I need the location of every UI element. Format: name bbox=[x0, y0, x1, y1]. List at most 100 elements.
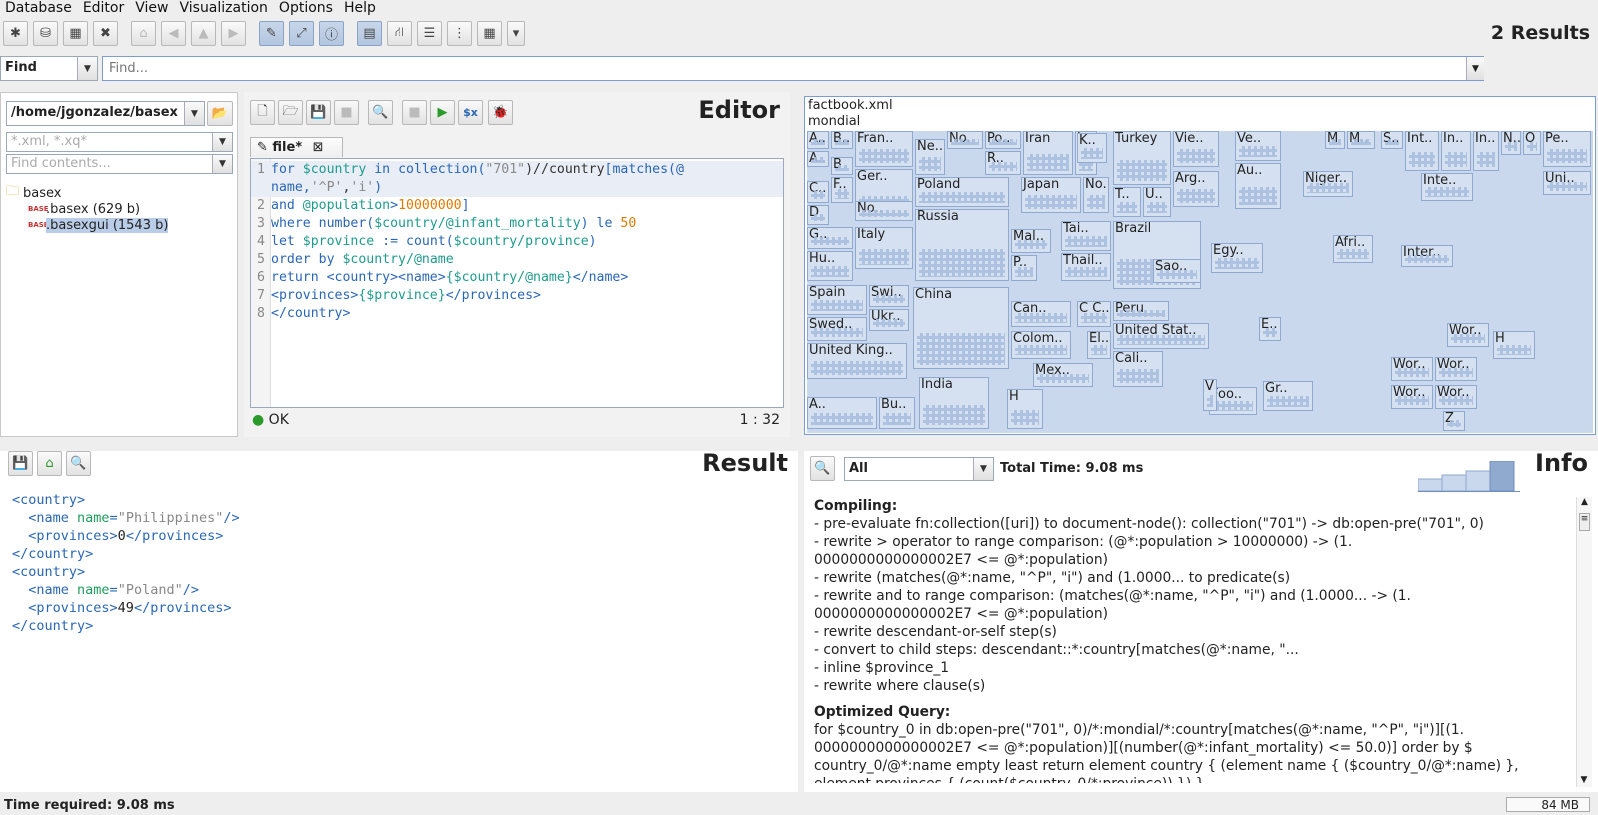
chevron-down-icon[interactable]: ▼ bbox=[77, 57, 97, 80]
open-database-icon[interactable]: ⛁ bbox=[33, 21, 58, 46]
treemap-cell[interactable]: Peru bbox=[1113, 301, 1169, 321]
treemap-cell[interactable]: H bbox=[1493, 331, 1535, 359]
find-input[interactable] bbox=[102, 56, 1484, 81]
editor-toggle-icon[interactable]: ✎ bbox=[259, 21, 284, 46]
table-view-icon[interactable]: ▦ bbox=[477, 21, 502, 46]
treemap-cell[interactable]: Po.. bbox=[985, 131, 1021, 149]
treemap-cell[interactable]: Swi.. bbox=[869, 285, 909, 307]
home-icon[interactable]: ⌂ bbox=[37, 451, 62, 476]
chevron-down-icon[interactable]: ▼ bbox=[212, 155, 232, 173]
treemap-cell[interactable]: Thail.. bbox=[1061, 253, 1111, 281]
map-file-label[interactable]: factbook.xml bbox=[808, 98, 893, 113]
tree-item-basex-file[interactable]: BASE .basex (629 b) bbox=[6, 201, 168, 217]
home-icon[interactable]: ⌂ bbox=[131, 21, 156, 46]
folder-view-icon[interactable]: ☰ bbox=[417, 21, 442, 46]
treemap-cell[interactable]: Cali.. bbox=[1113, 351, 1163, 387]
treemap-cell[interactable]: Wor.. bbox=[1435, 385, 1477, 409]
info-scrollbar[interactable]: ▲ ≡ ▼ bbox=[1576, 497, 1592, 787]
close-icon[interactable]: ⊠ bbox=[313, 140, 324, 155]
treemap-cell[interactable]: El.. bbox=[1087, 331, 1111, 359]
treemap-cell[interactable]: T.. bbox=[1113, 187, 1141, 217]
up-icon[interactable]: ▲ bbox=[191, 21, 216, 46]
map-view-icon[interactable]: ▤ bbox=[357, 21, 382, 46]
tree-view-icon[interactable]: ⛙ bbox=[387, 21, 412, 46]
treemap-cell[interactable]: India bbox=[919, 377, 989, 429]
treemap-cell[interactable]: Wor.. bbox=[1435, 357, 1477, 381]
treemap-cell[interactable]: China bbox=[913, 287, 1009, 369]
back-icon[interactable]: ◀ bbox=[161, 21, 186, 46]
result-toggle-icon[interactable]: ⤢ bbox=[289, 21, 314, 46]
treemap-cell[interactable]: C.. bbox=[807, 181, 829, 203]
chevron-down-icon[interactable]: ▼ bbox=[212, 133, 232, 151]
treemap-cell[interactable]: Ne.. bbox=[915, 139, 945, 175]
treemap-cell[interactable]: Inte.. bbox=[1421, 173, 1473, 201]
treemap-cell[interactable]: U.. bbox=[1143, 187, 1171, 217]
treemap-cell[interactable]: Hu.. bbox=[807, 251, 853, 281]
treemap-cell[interactable]: Iran bbox=[1023, 131, 1073, 175]
treemap-cell[interactable]: Wor.. bbox=[1391, 357, 1433, 381]
debug-icon[interactable]: 🐞 bbox=[488, 100, 513, 125]
treemap[interactable]: A.. B.. Fran.. No.. Po.. Iran I.. Turkey… bbox=[807, 131, 1593, 433]
treemap-cell[interactable]: Niger.. bbox=[1303, 171, 1353, 197]
treemap-cell[interactable]: Z bbox=[1443, 411, 1465, 431]
treemap-cell[interactable]: Afri.. bbox=[1333, 235, 1373, 263]
run-icon[interactable]: ▶ bbox=[430, 100, 455, 125]
treemap-cell[interactable]: N.. bbox=[1501, 131, 1521, 155]
treemap-cell[interactable]: No.. bbox=[1083, 177, 1109, 213]
treemap-cell[interactable]: No.. bbox=[855, 201, 913, 221]
treemap-cell[interactable]: Ve.. bbox=[1235, 131, 1281, 161]
chevron-down-icon[interactable]: ▼ bbox=[184, 102, 204, 125]
treemap-cell[interactable]: In.. bbox=[1441, 131, 1471, 171]
treemap-cell[interactable]: Tai.. bbox=[1061, 221, 1111, 251]
treemap-cell[interactable]: A.. bbox=[807, 397, 877, 429]
treemap-cell[interactable]: Ukr.. bbox=[869, 309, 909, 331]
stop-icon[interactable]: ■ bbox=[402, 100, 427, 125]
treemap-cell[interactable]: Wor.. bbox=[1447, 323, 1489, 347]
forward-icon[interactable]: ▶ bbox=[221, 21, 246, 46]
treemap-cell[interactable]: B.. bbox=[831, 131, 853, 149]
treemap-cell[interactable]: Int.. bbox=[1405, 131, 1439, 171]
treemap-cell[interactable]: United Stat.. bbox=[1113, 323, 1209, 349]
info-toggle-icon[interactable]: ⓘ bbox=[319, 21, 344, 46]
plot-view-icon[interactable]: ⋮ bbox=[447, 21, 472, 46]
scroll-up-icon[interactable]: ▲ bbox=[1577, 497, 1592, 507]
info-text[interactable]: Compiling: - pre-evaluate fn:collection(… bbox=[814, 495, 1569, 783]
save-file-icon[interactable]: 💾 bbox=[306, 100, 331, 125]
treemap-cell[interactable]: Swed.. bbox=[807, 317, 867, 341]
treemap-cell[interactable]: K.. bbox=[1077, 133, 1107, 163]
treemap-cell[interactable]: Colom.. bbox=[1011, 331, 1071, 359]
treemap-cell[interactable]: Wor.. bbox=[1391, 385, 1433, 409]
variables-icon[interactable]: $x bbox=[458, 100, 483, 125]
treemap-cell[interactable]: Russia bbox=[915, 209, 1009, 281]
treemap-cell[interactable]: B bbox=[831, 157, 853, 175]
treemap-cell[interactable]: Mal.. bbox=[1011, 229, 1051, 253]
treemap-cell[interactable]: Italy bbox=[855, 227, 913, 269]
menu-database[interactable]: Database bbox=[0, 0, 78, 16]
properties-icon[interactable]: ▦ bbox=[63, 21, 88, 46]
treemap-cell[interactable]: P.. bbox=[1011, 255, 1037, 281]
new-file-icon[interactable]: 🗋 bbox=[250, 100, 275, 125]
treemap-cell[interactable]: Egy.. bbox=[1211, 243, 1263, 273]
open-folder-icon[interactable]: 📂 bbox=[207, 101, 233, 126]
find-mode-select[interactable]: Find ▼ bbox=[0, 56, 98, 81]
close-database-icon[interactable]: ✖ bbox=[93, 21, 118, 46]
treemap-cell[interactable]: A.. bbox=[807, 151, 829, 167]
treemap-cell[interactable]: S.. bbox=[1381, 131, 1403, 149]
treemap-cell[interactable]: Au.. bbox=[1235, 163, 1281, 209]
search-icon[interactable]: 🔍 bbox=[810, 456, 835, 481]
tree-item-basexgui-file[interactable]: BASE .basexgui (1543 b) bbox=[6, 217, 169, 233]
menu-help[interactable]: Help bbox=[339, 0, 382, 16]
treemap-cell[interactable]: Turkey bbox=[1113, 131, 1171, 185]
menu-editor[interactable]: Editor bbox=[78, 0, 130, 16]
treemap-cell[interactable]: E.. bbox=[1259, 317, 1281, 341]
tree-item-basex[interactable]: 🗀 basex bbox=[6, 184, 168, 201]
treemap-cell[interactable]: Sao.. bbox=[1153, 259, 1201, 283]
menu-view[interactable]: View bbox=[130, 0, 174, 16]
close-file-icon[interactable]: ■ bbox=[334, 100, 359, 125]
new-database-icon[interactable]: ✱ bbox=[3, 21, 28, 46]
treemap-cell[interactable]: Fran.. bbox=[855, 131, 913, 167]
find-history-chevron-down-icon[interactable]: ▼ bbox=[1466, 57, 1484, 80]
chevron-down-icon[interactable]: ▼ bbox=[973, 458, 993, 480]
treemap-cell[interactable]: Arg.. bbox=[1173, 171, 1219, 207]
treemap-cell[interactable]: Pe.. bbox=[1543, 131, 1591, 167]
